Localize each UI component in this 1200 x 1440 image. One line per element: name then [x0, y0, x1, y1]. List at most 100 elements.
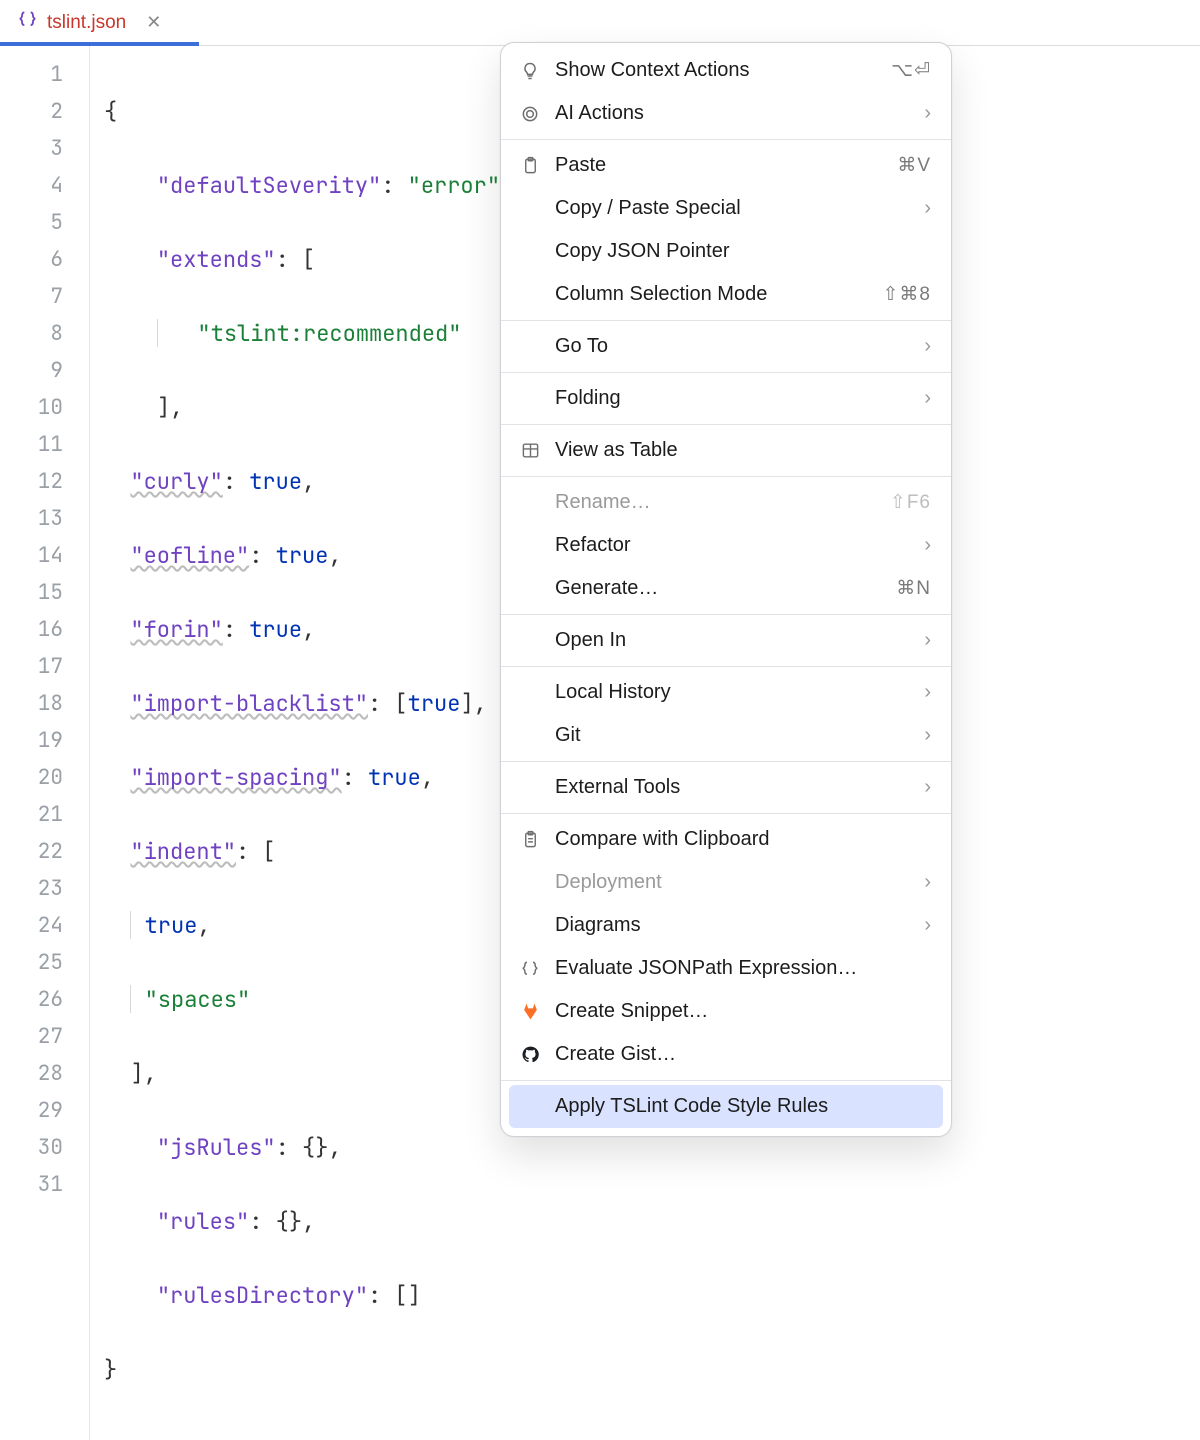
clipboard-compare-icon [517, 830, 543, 849]
line-number-gutter: 1 2 3 4 5 6 7 8 9 10 11 12 13 14 15 16 1… [0, 46, 90, 1440]
menu-separator [501, 614, 951, 615]
code-bool: true [249, 467, 302, 496]
chevron-right-icon: › [924, 776, 931, 799]
chevron-right-icon: › [924, 681, 931, 704]
menu-evaluate-jsonpath[interactable]: Evaluate JSONPath Expression… [501, 947, 951, 990]
chevron-right-icon: › [924, 914, 931, 937]
line-number: 5 [0, 204, 63, 241]
menu-refactor[interactable]: Refactor › [501, 524, 951, 567]
chevron-right-icon: › [924, 724, 931, 747]
close-tab-icon[interactable]: ✕ [146, 12, 161, 33]
line-number: 16 [0, 611, 63, 648]
chevron-right-icon: › [924, 102, 931, 125]
code-bool: true [145, 911, 198, 940]
menu-separator [501, 761, 951, 762]
code-key: "extends" [157, 245, 276, 274]
menu-go-to[interactable]: Go To › [501, 325, 951, 368]
json-braces-icon [18, 10, 37, 35]
menu-view-as-table[interactable]: View as Table [501, 429, 951, 472]
menu-external-tools[interactable]: External Tools › [501, 766, 951, 809]
chevron-right-icon: › [924, 335, 931, 358]
code-bool: true [368, 763, 421, 792]
line-number: 31 [0, 1166, 63, 1203]
menu-label: Folding [555, 387, 912, 410]
chevron-right-icon: › [924, 197, 931, 220]
line-number: 17 [0, 648, 63, 685]
menu-label: View as Table [555, 439, 931, 462]
line-number: 18 [0, 685, 63, 722]
code-key: "rules" [157, 1207, 249, 1236]
line-number: 14 [0, 537, 63, 574]
menu-create-gist[interactable]: Create Gist… [501, 1033, 951, 1076]
code-key: "curly" [130, 467, 222, 496]
menu-label: External Tools [555, 776, 912, 799]
menu-label: Diagrams [555, 914, 912, 937]
code-key: "eofline" [130, 541, 249, 570]
menu-label: Git [555, 724, 912, 747]
line-number: 29 [0, 1092, 63, 1129]
menu-shortcut: ⇧F6 [890, 491, 931, 514]
menu-separator [501, 1080, 951, 1081]
line-number: 19 [0, 722, 63, 759]
line-number: 30 [0, 1129, 63, 1166]
menu-ai-actions[interactable]: AI Actions › [501, 92, 951, 135]
editor-tabbar: tslint.json ✕ [0, 0, 1200, 46]
menu-label: Apply TSLint Code Style Rules [555, 1095, 931, 1118]
line-number: 22 [0, 833, 63, 870]
chevron-right-icon: › [924, 629, 931, 652]
menu-apply-tslint-code-style-rules[interactable]: Apply TSLint Code Style Rules [509, 1085, 943, 1128]
file-tab-tslint-json[interactable]: tslint.json ✕ [0, 0, 179, 45]
menu-copy-paste-special[interactable]: Copy / Paste Special › [501, 187, 951, 230]
line-number: 10 [0, 389, 63, 426]
clipboard-icon [517, 156, 543, 175]
line-number: 9 [0, 352, 63, 389]
menu-label: Compare with Clipboard [555, 828, 931, 851]
menu-column-selection-mode[interactable]: Column Selection Mode ⇧⌘8 [501, 273, 951, 316]
code-key: "rulesDirectory" [157, 1281, 368, 1310]
menu-label: Paste [555, 154, 885, 177]
code-key: "forin" [130, 615, 222, 644]
menu-label: Create Snippet… [555, 1000, 931, 1023]
menu-compare-with-clipboard[interactable]: Compare with Clipboard [501, 818, 951, 861]
code-bool: true [249, 615, 302, 644]
menu-label: Local History [555, 681, 912, 704]
menu-deployment: Deployment › [501, 861, 951, 904]
chevron-right-icon: › [924, 534, 931, 557]
menu-shortcut: ⌘N [896, 577, 931, 600]
menu-open-in[interactable]: Open In › [501, 619, 951, 662]
menu-separator [501, 476, 951, 477]
code-key: "import-spacing" [130, 763, 341, 792]
menu-rename: Rename… ⇧F6 [501, 481, 951, 524]
menu-git[interactable]: Git › [501, 714, 951, 757]
menu-separator [501, 139, 951, 140]
code-string: "tslint:recommended" [197, 319, 461, 348]
json-braces-icon [517, 960, 543, 978]
line-number: 24 [0, 907, 63, 944]
menu-copy-json-pointer[interactable]: Copy JSON Pointer [501, 230, 951, 273]
menu-label: AI Actions [555, 102, 912, 125]
menu-shortcut: ⇧⌘8 [883, 283, 932, 306]
line-number: 15 [0, 574, 63, 611]
menu-folding[interactable]: Folding › [501, 377, 951, 420]
menu-diagrams[interactable]: Diagrams › [501, 904, 951, 947]
menu-create-snippet[interactable]: Create Snippet… [501, 990, 951, 1033]
line-number: 8 [0, 315, 63, 352]
line-number: 6 [0, 241, 63, 278]
spiral-icon [517, 104, 543, 124]
menu-label: Show Context Actions [555, 59, 879, 82]
code-key: "defaultSeverity" [157, 171, 381, 200]
code-bool: true [276, 541, 329, 570]
menu-label: Copy JSON Pointer [555, 240, 931, 263]
menu-local-history[interactable]: Local History › [501, 671, 951, 714]
active-tab-indicator [0, 42, 199, 46]
menu-label: Go To [555, 335, 912, 358]
code-key: "import-blacklist" [130, 689, 368, 718]
menu-shortcut: ⌘V [897, 154, 931, 177]
line-number: 2 [0, 93, 63, 130]
code-string: "error" [408, 171, 500, 200]
menu-paste[interactable]: Paste ⌘V [501, 144, 951, 187]
menu-generate[interactable]: Generate… ⌘N [501, 567, 951, 610]
table-icon [517, 441, 543, 460]
menu-show-context-actions[interactable]: Show Context Actions ⌥⏎ [501, 49, 951, 92]
line-number: 1 [0, 56, 63, 93]
